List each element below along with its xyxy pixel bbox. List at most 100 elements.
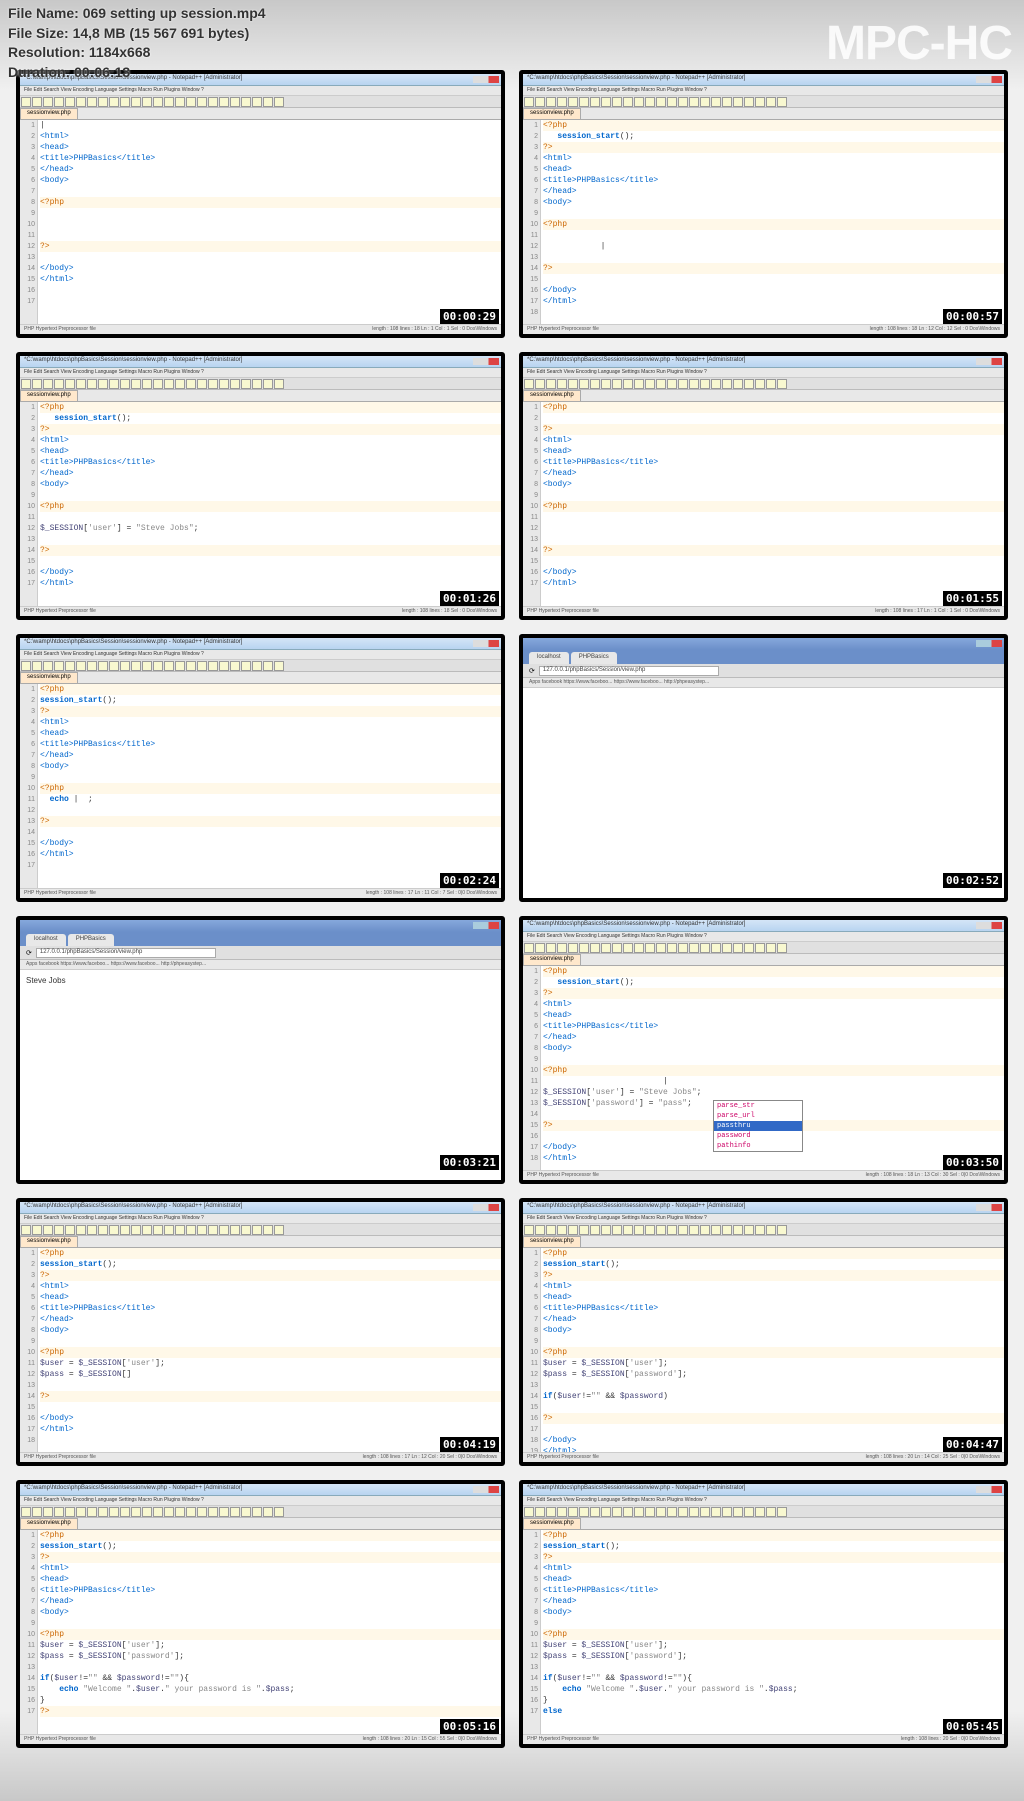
url-input[interactable]: 127.0.0.1/phpBasics/Session/view.php (36, 948, 216, 958)
toolbar-icon[interactable] (32, 379, 42, 389)
toolbar-icon[interactable] (722, 379, 732, 389)
toolbar-icon[interactable] (230, 1507, 240, 1517)
toolbar-icon[interactable] (777, 943, 787, 953)
toolbar-icon[interactable] (700, 379, 710, 389)
toolbar-icon[interactable] (274, 97, 284, 107)
toolbar-icon[interactable] (252, 1225, 262, 1235)
toolbar-icon[interactable] (777, 379, 787, 389)
editor-tab[interactable]: sessionview.php (20, 1236, 78, 1247)
toolbar-icon[interactable] (54, 1507, 64, 1517)
toolbar-icon[interactable] (722, 97, 732, 107)
code-content[interactable]: | <html> <head> <title>PHPBasics</title>… (38, 120, 501, 324)
code-editor[interactable]: 1234567891011121314151617| <html> <head>… (20, 120, 501, 324)
toolbar-icon[interactable] (645, 1225, 655, 1235)
editor-tab[interactable]: sessionview.php (523, 108, 581, 119)
toolbar-icon[interactable] (634, 943, 644, 953)
toolbar-icon[interactable] (568, 1507, 578, 1517)
toolbar-icon[interactable] (689, 379, 699, 389)
toolbar-icon[interactable] (131, 1225, 141, 1235)
toolbar-icon[interactable] (274, 379, 284, 389)
toolbar-icon[interactable] (65, 1507, 75, 1517)
toolbar-icon[interactable] (65, 1225, 75, 1235)
menu-bar[interactable]: File Edit Search View Encoding Language … (20, 368, 501, 378)
toolbar-icon[interactable] (656, 97, 666, 107)
toolbar-icon[interactable] (153, 379, 163, 389)
code-editor[interactable]: 1234567891011121314151617<?php session_s… (523, 1530, 1004, 1734)
toolbar-icon[interactable] (98, 97, 108, 107)
toolbar-icon[interactable] (186, 97, 196, 107)
toolbar-icon[interactable] (197, 379, 207, 389)
toolbar-icon[interactable] (678, 97, 688, 107)
thumbnail-10[interactable]: *C:\wamp\htdocs\phpBasics\Session\sessio… (16, 1480, 505, 1748)
toolbar-icon[interactable] (568, 1225, 578, 1235)
toolbar-icon[interactable] (76, 379, 86, 389)
toolbar-icon[interactable] (241, 1225, 251, 1235)
menu-bar[interactable]: File Edit Search View Encoding Language … (523, 368, 1004, 378)
toolbar-icon[interactable] (744, 1225, 754, 1235)
toolbar-icon[interactable] (32, 1507, 42, 1517)
editor-tab[interactable]: sessionview.php (20, 390, 78, 401)
thumbnail-9[interactable]: *C:\wamp\htdocs\phpBasics\Session\sessio… (519, 1198, 1008, 1466)
toolbar-icon[interactable] (623, 1225, 633, 1235)
toolbar-icon[interactable] (153, 661, 163, 671)
toolbar-icon[interactable] (678, 943, 688, 953)
menu-bar[interactable]: File Edit Search View Encoding Language … (523, 86, 1004, 96)
toolbar-icon[interactable] (755, 97, 765, 107)
toolbar-icon[interactable] (241, 661, 251, 671)
code-content[interactable]: <?php session_start(); ?> <html> <head> … (38, 1248, 501, 1452)
toolbar-icon[interactable] (197, 1507, 207, 1517)
toolbar-icon[interactable] (21, 661, 31, 671)
toolbar-icon[interactable] (733, 379, 743, 389)
toolbar-icon[interactable] (546, 1225, 556, 1235)
code-content[interactable]: <?php session_start(); ?> <html> <head> … (38, 402, 501, 606)
toolbar-icon[interactable] (197, 1225, 207, 1235)
menu-bar[interactable]: File Edit Search View Encoding Language … (523, 932, 1004, 942)
autocomplete-popup[interactable]: parse_strparse_urlpassthrupasswordpathin… (713, 1100, 803, 1152)
toolbar-icon[interactable] (43, 661, 53, 671)
toolbar-icon[interactable] (109, 97, 119, 107)
toolbar-icon[interactable] (656, 1225, 666, 1235)
autocomplete-item[interactable]: password (714, 1131, 802, 1141)
toolbar-icon[interactable] (733, 97, 743, 107)
toolbar-icon[interactable] (579, 1225, 589, 1235)
toolbar-icon[interactable] (667, 1225, 677, 1235)
toolbar-icon[interactable] (777, 97, 787, 107)
toolbar-icon[interactable] (612, 379, 622, 389)
toolbar-icon[interactable] (54, 97, 64, 107)
toolbar-icon[interactable] (109, 1225, 119, 1235)
code-editor[interactable]: 123456789101112131415161718<?php session… (20, 1248, 501, 1452)
toolbar-icon[interactable] (87, 97, 97, 107)
toolbar-icon[interactable] (98, 661, 108, 671)
toolbar-icon[interactable] (208, 661, 218, 671)
editor-tab[interactable]: sessionview.php (523, 1236, 581, 1247)
toolbar-icon[interactable] (524, 1507, 534, 1517)
toolbar-icon[interactable] (230, 97, 240, 107)
toolbar-icon[interactable] (557, 379, 567, 389)
toolbar-icon[interactable] (164, 379, 174, 389)
toolbar-icon[interactable] (590, 943, 600, 953)
toolbar-icon[interactable] (175, 379, 185, 389)
toolbar-icon[interactable] (711, 1507, 721, 1517)
toolbar-icon[interactable] (568, 943, 578, 953)
toolbar-icon[interactable] (142, 661, 152, 671)
toolbar-icon[interactable] (263, 97, 273, 107)
toolbar-icon[interactable] (667, 1507, 677, 1517)
toolbar-icon[interactable] (700, 1507, 710, 1517)
toolbar-icon[interactable] (645, 1507, 655, 1517)
thumbnail-7[interactable]: *C:\wamp\htdocs\phpBasics\Session\sessio… (519, 916, 1008, 1184)
toolbar-icon[interactable] (98, 379, 108, 389)
menu-bar[interactable]: File Edit Search View Encoding Language … (523, 1496, 1004, 1506)
toolbar-icon[interactable] (219, 379, 229, 389)
toolbar-icon[interactable] (208, 379, 218, 389)
toolbar-icon[interactable] (777, 1507, 787, 1517)
toolbar-icon[interactable] (766, 1507, 776, 1517)
toolbar-icon[interactable] (32, 661, 42, 671)
toolbar-icon[interactable] (557, 943, 567, 953)
toolbar-icon[interactable] (274, 1225, 284, 1235)
menu-bar[interactable]: File Edit Search View Encoding Language … (20, 1214, 501, 1224)
toolbar-icon[interactable] (87, 661, 97, 671)
toolbar-icon[interactable] (230, 661, 240, 671)
browser-tab[interactable]: PHPBasics (571, 652, 617, 664)
toolbar-icon[interactable] (186, 1225, 196, 1235)
toolbar-icon[interactable] (241, 1507, 251, 1517)
